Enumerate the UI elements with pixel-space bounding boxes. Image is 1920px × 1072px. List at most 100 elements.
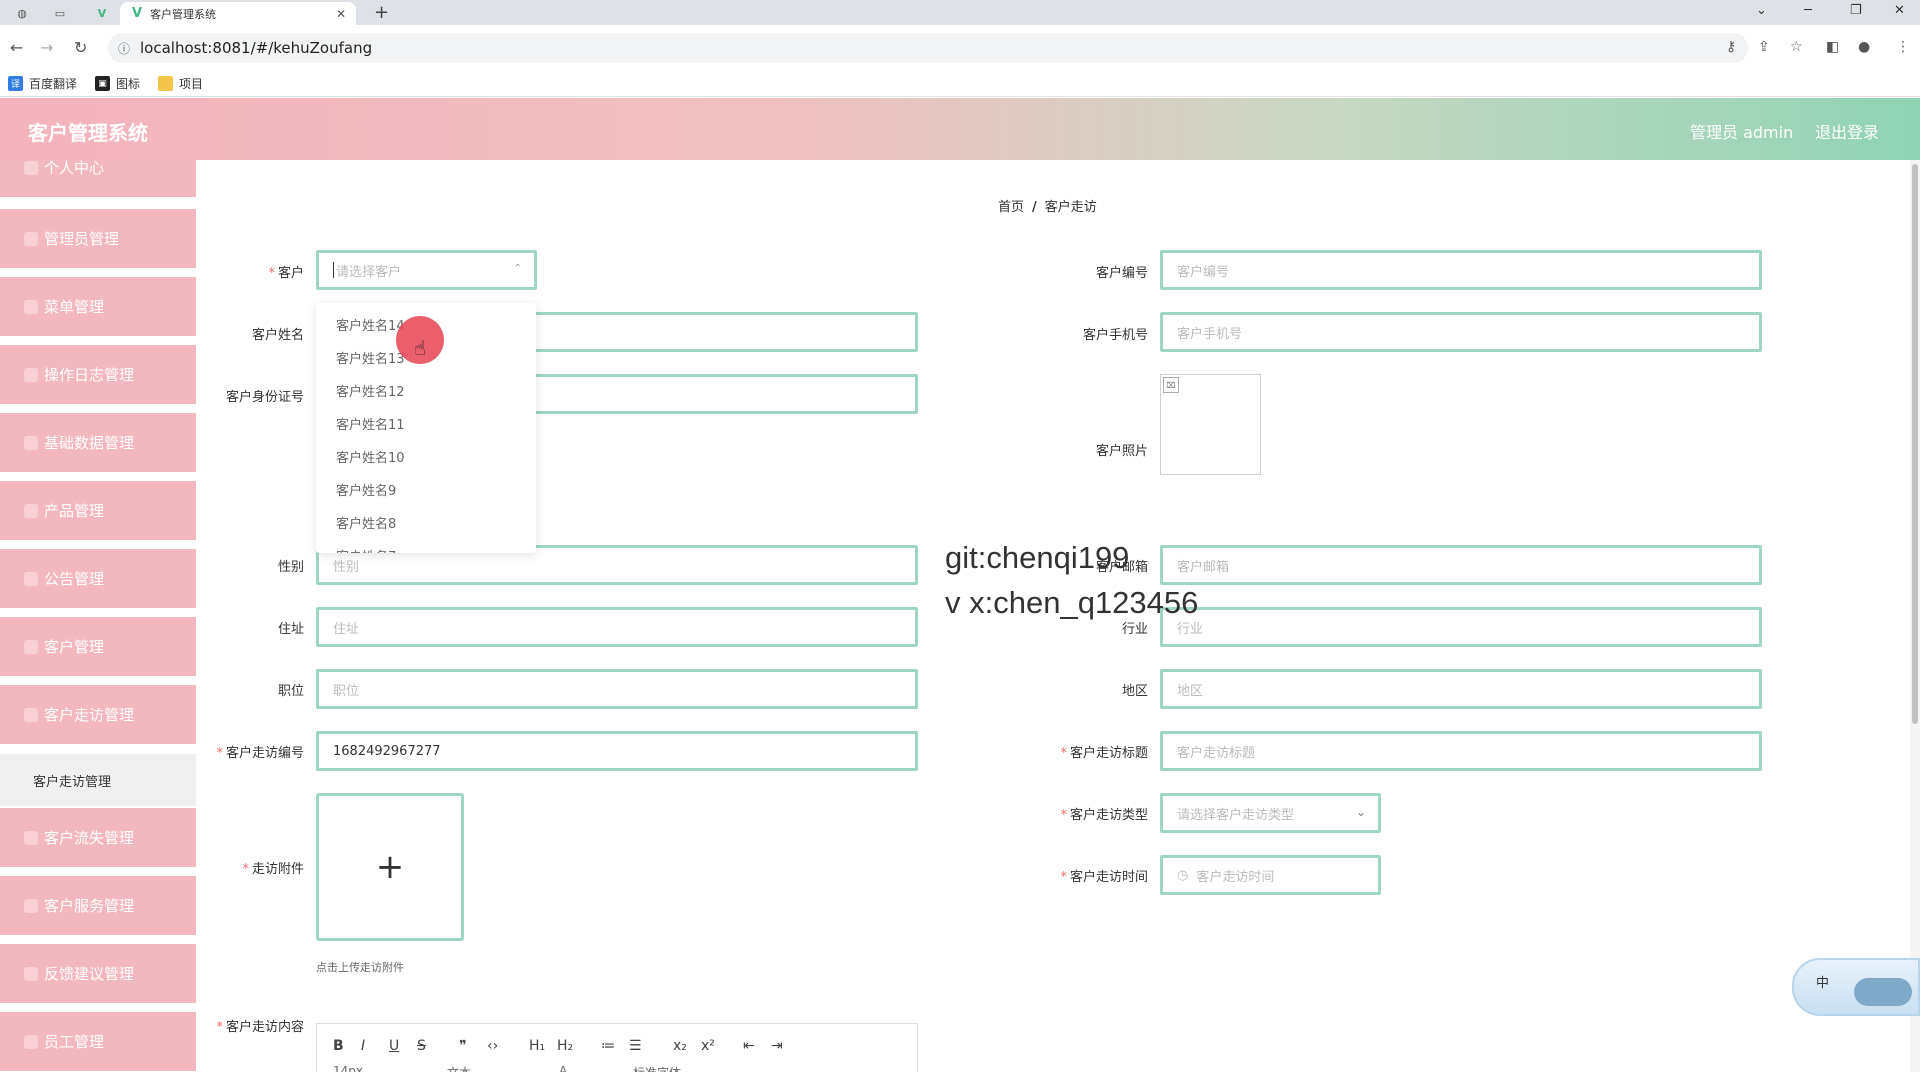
visit-time-picker[interactable]: ◷ 客户走访时间 xyxy=(1160,855,1381,895)
tab-title: 客户管理系统 xyxy=(150,7,217,21)
reload-icon[interactable]: ↻ xyxy=(74,38,87,57)
code-icon[interactable]: ‹› xyxy=(487,1038,498,1054)
customer-no-label: 客户编号 xyxy=(1095,266,1148,281)
browser-tab-bar: ◍ ▭ V V 客户管理系统 ✕ + ⌄ ─ ❐ ✕ xyxy=(0,0,1920,25)
star-icon[interactable]: ☆ xyxy=(1790,39,1803,55)
gender-label: 性别 xyxy=(277,560,304,575)
logout-link[interactable]: 退出登录 xyxy=(1815,119,1879,143)
share-icon[interactable]: ⇪ xyxy=(1758,39,1770,55)
scrollbar-thumb[interactable] xyxy=(1912,164,1918,724)
plus-icon: + xyxy=(375,847,405,887)
omnibox[interactable]: ⓘ localhost:8081/#/kehuZoufang xyxy=(108,33,1748,63)
bullet-list-icon[interactable]: ☰ xyxy=(629,1038,642,1054)
visit-no-input[interactable]: 1682492967277 xyxy=(316,731,918,771)
font-color-icon[interactable]: A xyxy=(559,1064,567,1072)
key-icon[interactable]: ⚷ xyxy=(1726,39,1736,55)
restore-icon[interactable]: ❐ xyxy=(1850,3,1862,18)
underline-icon[interactable]: U xyxy=(389,1038,399,1054)
email-input[interactable]: 客户邮箱 xyxy=(1160,545,1762,585)
upload-attachment-button[interactable]: + xyxy=(316,793,464,941)
bookmark-icons[interactable]: ▣ 图标 xyxy=(95,75,140,92)
heading2-icon[interactable]: H₂ xyxy=(557,1038,573,1054)
vue-tab-icon[interactable]: V xyxy=(94,5,110,21)
dropdown-option[interactable]: 客户姓名10 xyxy=(316,440,536,473)
dropdown-option[interactable]: 客户姓名8 xyxy=(316,506,536,539)
blockquote-icon[interactable]: ❞ xyxy=(459,1038,467,1054)
page-scrollbar[interactable] xyxy=(1910,160,1920,1072)
sidebar-item-admin[interactable]: 管理员管理 xyxy=(0,209,196,271)
blank-tab-icon[interactable]: ▭ xyxy=(52,5,68,21)
superscript-icon[interactable]: x² xyxy=(701,1038,715,1054)
subscript-icon[interactable]: x₂ xyxy=(673,1038,687,1054)
upload-hint: 点击上传走访附件 xyxy=(316,961,404,974)
address-input[interactable]: 住址 xyxy=(316,607,918,647)
menu-dots-icon[interactable]: ⋮ xyxy=(1896,39,1910,55)
dropdown-option[interactable]: 客户姓名7 xyxy=(316,539,536,553)
sidebar-item-staff[interactable]: 员工管理 xyxy=(0,1012,196,1072)
close-window-icon[interactable]: ✕ xyxy=(1894,3,1905,18)
sidebar-item-menu[interactable]: 菜单管理 xyxy=(0,277,196,339)
sidepanel-icon[interactable]: ◧ xyxy=(1826,39,1839,55)
minimize-icon[interactable]: ─ xyxy=(1804,3,1812,18)
bookmark-translate[interactable]: 译 百度翻译 xyxy=(8,75,77,92)
visit-title-input[interactable]: 客户走访标题 xyxy=(1160,731,1762,771)
menu-icon xyxy=(24,160,38,175)
region-input[interactable]: 地区 xyxy=(1160,669,1762,709)
watermark-line2: v x:chen_q123456 xyxy=(945,585,1199,620)
sidebar-item-product[interactable]: 产品管理 xyxy=(0,481,196,543)
sidebar-item-customer[interactable]: 客户管理 xyxy=(0,617,196,679)
sidebar-item-profile[interactable]: 个人中心 xyxy=(0,160,196,200)
sidebar-item-service[interactable]: 客户服务管理 xyxy=(0,876,196,938)
font-family-select[interactable]: 标准字体 xyxy=(633,1064,681,1072)
ime-widget[interactable]: 中 xyxy=(1792,958,1920,1016)
text-format-select[interactable]: 文本 xyxy=(447,1064,471,1072)
profile-icon[interactable]: ● xyxy=(1858,39,1870,55)
dropdown-option[interactable]: 客户姓名9 xyxy=(316,473,536,506)
sidebar-item-oplog[interactable]: 操作日志管理 xyxy=(0,345,196,407)
visit-type-label: * 客户走访类型 xyxy=(1060,808,1148,823)
customer-phone-input[interactable]: 客户手机号 xyxy=(1160,312,1762,352)
back-icon[interactable]: ← xyxy=(10,38,23,57)
sidebar-item-notice[interactable]: 公告管理 xyxy=(0,549,196,611)
outdent-icon[interactable]: ⇤ xyxy=(743,1038,755,1054)
sidebar-item-basedata[interactable]: 基础数据管理 xyxy=(0,413,196,475)
tab-search-icon[interactable]: ⌄ xyxy=(1756,3,1767,18)
dropdown-option[interactable]: 客户姓名12 xyxy=(316,374,536,407)
bookmark-project[interactable]: 项目 xyxy=(158,75,203,92)
customer-no-input[interactable]: 客户编号 xyxy=(1160,250,1762,290)
text-cursor xyxy=(333,262,334,278)
new-tab-button[interactable]: + xyxy=(374,2,389,23)
ordered-list-icon[interactable]: ≔ xyxy=(601,1038,615,1054)
menu-icon xyxy=(24,966,38,981)
sidebar-item-churn[interactable]: 客户流失管理 xyxy=(0,808,196,870)
close-tab-icon[interactable]: ✕ xyxy=(336,7,346,21)
dropdown-option[interactable]: 客户姓名11 xyxy=(316,407,536,440)
font-size-select[interactable]: 14px xyxy=(333,1064,363,1072)
sidebar-item-feedback[interactable]: 反馈建议管理 xyxy=(0,944,196,1006)
tab-active[interactable]: V 客户管理系统 ✕ xyxy=(120,2,356,25)
industry-input[interactable]: 行业 xyxy=(1160,607,1762,647)
current-user: 管理员 admin xyxy=(1690,123,1794,142)
menu-icon xyxy=(24,435,38,450)
visit-type-select[interactable]: 请选择客户走访类型 ⌄ xyxy=(1160,793,1381,833)
customer-photo: ⌧ xyxy=(1160,374,1261,475)
breadcrumb-home[interactable]: 首页 xyxy=(998,200,1024,215)
position-input[interactable]: 职位 xyxy=(316,669,918,709)
rich-text-editor[interactable]: B I U S ❞ ‹› H₁ H₂ ≔ ☰ x₂ x² ⇤ ⇥ 14px 文本… xyxy=(316,1023,918,1072)
heading1-icon[interactable]: H₁ xyxy=(529,1038,545,1054)
italic-icon[interactable]: I xyxy=(361,1038,365,1054)
forward-icon[interactable]: → xyxy=(40,38,53,57)
globe-icon[interactable]: ◍ xyxy=(14,5,30,21)
bold-icon[interactable]: B xyxy=(333,1038,344,1054)
sidebar-item-visit[interactable]: 客户走访管理 xyxy=(0,685,196,747)
menu-icon xyxy=(24,830,38,845)
indent-icon[interactable]: ⇥ xyxy=(771,1038,783,1054)
strike-icon[interactable]: S xyxy=(417,1038,426,1054)
site-info-icon[interactable]: ⓘ xyxy=(118,40,130,57)
attachment-label: * 走访附件 xyxy=(242,862,304,877)
customer-select[interactable]: 请选择客户 ⌃ xyxy=(316,250,537,290)
menu-icon xyxy=(24,367,38,382)
breadcrumb-current: 客户走访 xyxy=(1044,200,1097,215)
sidebar-subitem-visit[interactable]: 客户走访管理 xyxy=(0,754,196,806)
address-bar: ← → ↻ ⓘ localhost:8081/#/kehuZoufang ⚷ ⇪… xyxy=(0,25,1920,71)
